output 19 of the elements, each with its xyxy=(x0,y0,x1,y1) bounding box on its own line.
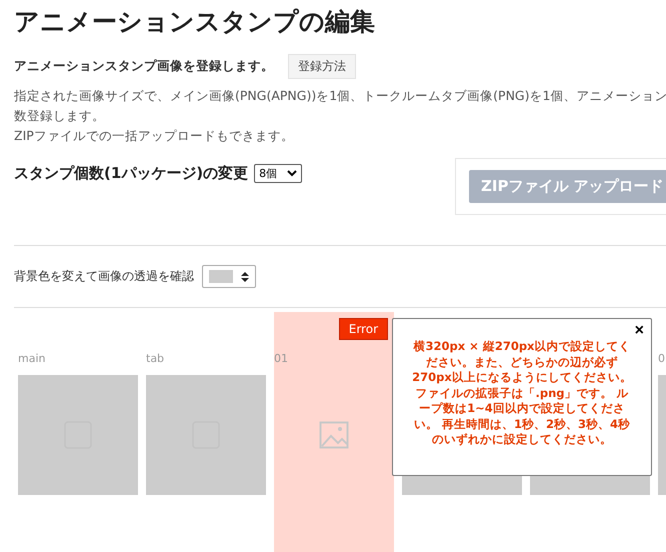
how-to-register-button[interactable]: 登録方法 xyxy=(288,54,356,79)
stamp-count-select[interactable]: 8個 xyxy=(254,164,302,183)
background-check-label: 背景色を変えて画像の透過を確認 xyxy=(14,268,194,285)
up-down-arrows-icon xyxy=(241,270,249,282)
error-message: 横320px × 縦270px以内で設定してください。また、どちらかの辺が必ず270px以上になるようにしてください。 xyxy=(412,339,632,386)
image-icon xyxy=(319,421,349,449)
chevron-down-icon xyxy=(287,170,298,177)
tile-label: tab xyxy=(146,352,166,367)
tile-label: 01 xyxy=(274,352,289,367)
tile-label: 0 xyxy=(658,352,666,367)
description-text: 指定された画像サイズで、メイン画像(PNG(APNG))を1個、トークルームタブ画像(PNG)を1個、アニメーション 数登録します。 ZIPファイルでの一括アップロードもできます。 xyxy=(14,87,666,145)
tile-label: main xyxy=(18,352,46,367)
background-color-select[interactable] xyxy=(202,265,256,288)
error-badge: Error xyxy=(338,318,388,340)
close-button[interactable]: × xyxy=(632,321,647,341)
page-title: アニメーションスタンプの編集 xyxy=(14,6,376,38)
stamp-count-label: スタンプ個数(1パッケージ)の変更 xyxy=(14,164,248,183)
error-message: ファイルの拡張子は「.png」です。 ループ数は1~4回以内で設定してください。 再生時間は、1秒、2秒、3秒、4秒のいずれかに設定してください。 xyxy=(412,386,631,448)
intro-text: アニメーションスタンプ画像を登録します。 xyxy=(14,58,274,75)
